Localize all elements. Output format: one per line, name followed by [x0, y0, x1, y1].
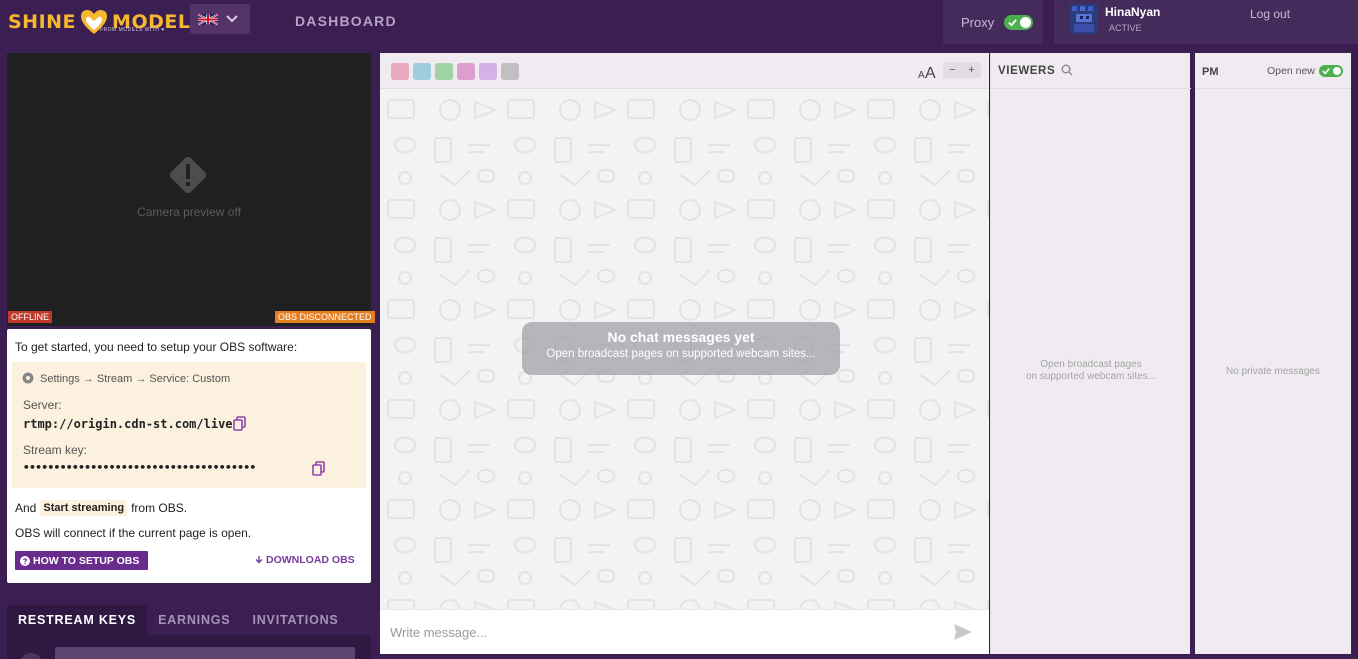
camera-preview: Camera preview off — [7, 53, 371, 326]
user-panel: HinaNyan ACTIVE Log out — [1054, 0, 1358, 44]
language-selector[interactable] — [190, 4, 250, 34]
chat-toolbar: A A − + — [380, 53, 989, 89]
empty-chat-title: No chat messages yet — [607, 329, 755, 345]
font-zoom-control: − + — [943, 62, 981, 78]
top-bar: SHINE MODEL FROM MODELS WITH ♥ DASHBOARD… — [0, 0, 1358, 44]
copy-server-icon[interactable] — [233, 416, 246, 431]
tab-invitations[interactable]: INVITATIONS — [241, 605, 349, 635]
obs-status-badge: OBS DISCONNECTED — [275, 311, 375, 323]
message-input[interactable] — [390, 622, 930, 642]
check-icon — [1322, 68, 1330, 75]
pm-header: PM Open new — [1195, 53, 1351, 89]
viewers-panel: VIEWERS Open broadcast pages on supporte… — [990, 53, 1191, 654]
zoom-in-button[interactable]: + — [962, 62, 981, 78]
svg-text:A: A — [925, 65, 936, 80]
download-obs-link[interactable]: DOWNLOAD OBS — [254, 554, 355, 566]
server-url: rtmp://origin.cdn-st.com/live — [23, 417, 233, 431]
username: HinaNyan — [1105, 5, 1161, 19]
download-obs-label: DOWNLOAD OBS — [266, 554, 355, 566]
open-new-label: Open new — [1267, 65, 1315, 77]
site-6-icon[interactable] — [501, 63, 519, 80]
site-filter-icons — [391, 63, 519, 80]
site-1-icon[interactable] — [391, 63, 409, 80]
viewers-header: VIEWERS — [991, 53, 1191, 89]
font-size-icon[interactable]: A A — [918, 62, 938, 80]
check-icon — [1008, 18, 1018, 27]
pm-title: PM — [1202, 66, 1219, 78]
tab-restream-keys[interactable]: RESTREAM KEYS — [7, 605, 148, 635]
obs-settings-box: Settings → Stream → Service: Custom Serv… — [12, 362, 366, 488]
gear-icon — [22, 372, 34, 384]
setup-intro-text: To get started, you need to setup your O… — [15, 340, 298, 354]
restream-key-input[interactable] — [55, 647, 355, 659]
empty-chat-notice: No chat messages yet Open broadcast page… — [522, 322, 840, 375]
obs-setup-card: To get started, you need to setup your O… — [7, 329, 371, 583]
viewers-title: VIEWERS — [998, 65, 1056, 77]
private-messages-panel: PM Open new No private messages — [1195, 53, 1351, 654]
zoom-out-button[interactable]: − — [943, 62, 962, 78]
dashboard-nav-link[interactable]: DASHBOARD — [295, 13, 397, 29]
proxy-label: Proxy — [961, 14, 995, 30]
shine-model-logo[interactable]: SHINE MODEL — [8, 4, 190, 40]
toggle-knob — [1020, 16, 1032, 28]
viewers-empty-message: Open broadcast pages on supported webcam… — [991, 359, 1191, 383]
viewers-empty-line2: on supported webcam sites... — [1025, 371, 1157, 382]
restream-keys-panel — [7, 635, 371, 659]
chat-messages-area: No chat messages yet Open broadcast page… — [380, 90, 989, 609]
logo-word-left: SHINE — [8, 11, 77, 33]
message-composer — [380, 609, 989, 654]
and-text: And — [15, 501, 37, 515]
start-streaming-instruction: And Start streaming from OBS. — [15, 500, 187, 516]
dashboard-tabs: RESTREAM KEYS EARNINGS INVITATIONS — [7, 605, 350, 635]
no-private-messages: No private messages — [1226, 366, 1320, 377]
site-5-icon[interactable] — [479, 63, 497, 80]
restream-site-icon — [19, 653, 43, 659]
settings-path: Settings → Stream → Service: Custom — [40, 373, 231, 385]
connect-note: OBS will connect if the current page is … — [15, 526, 252, 540]
site-4-icon[interactable] — [457, 63, 475, 80]
user-avatar[interactable] — [1070, 4, 1098, 34]
uk-flag-icon — [198, 13, 218, 25]
viewers-empty-line1: Open broadcast pages — [1040, 359, 1142, 370]
logout-link[interactable]: Log out — [1250, 7, 1290, 21]
from-obs-text: from OBS. — [131, 501, 188, 515]
copy-stream-key-icon[interactable] — [312, 461, 325, 476]
empty-chat-subtitle: Open broadcast pages on supported webcam… — [546, 348, 816, 360]
logo-tagline: FROM MODELS WITH ♥ — [100, 27, 165, 33]
proxy-toggle[interactable] — [1004, 14, 1034, 30]
send-icon[interactable] — [953, 623, 973, 641]
offline-badge: OFFLINE — [8, 311, 53, 323]
stream-key-masked: •••••••••••••••••••••••••••••••••••••• — [23, 461, 256, 474]
proxy-control: Proxy — [943, 0, 1043, 44]
chevron-down-icon — [226, 15, 238, 23]
search-icon[interactable] — [1061, 64, 1073, 76]
site-2-icon[interactable] — [413, 63, 431, 80]
how-to-setup-obs-button[interactable]: HOW TO SETUP OBS — [15, 551, 148, 570]
how-to-setup-obs-label: HOW TO SETUP OBS — [33, 554, 140, 567]
question-circle-icon — [20, 555, 30, 566]
stream-key-label: Stream key: — [23, 443, 88, 457]
chat-panel: A A − + No chat messages yet Open broadc… — [380, 53, 989, 654]
camera-off-message: Camera preview off — [137, 205, 241, 219]
server-label: Server: — [23, 398, 62, 412]
site-3-icon[interactable] — [435, 63, 453, 80]
toggle-knob — [1333, 67, 1341, 75]
tab-earnings[interactable]: EARNINGS — [147, 605, 241, 635]
warning-icon — [169, 156, 207, 194]
svg-text:A: A — [918, 70, 925, 80]
start-streaming-chip: Start streaming — [40, 500, 128, 516]
open-new-toggle[interactable] — [1319, 65, 1343, 77]
download-icon — [255, 556, 263, 564]
user-status: ACTIVE — [1109, 23, 1142, 33]
